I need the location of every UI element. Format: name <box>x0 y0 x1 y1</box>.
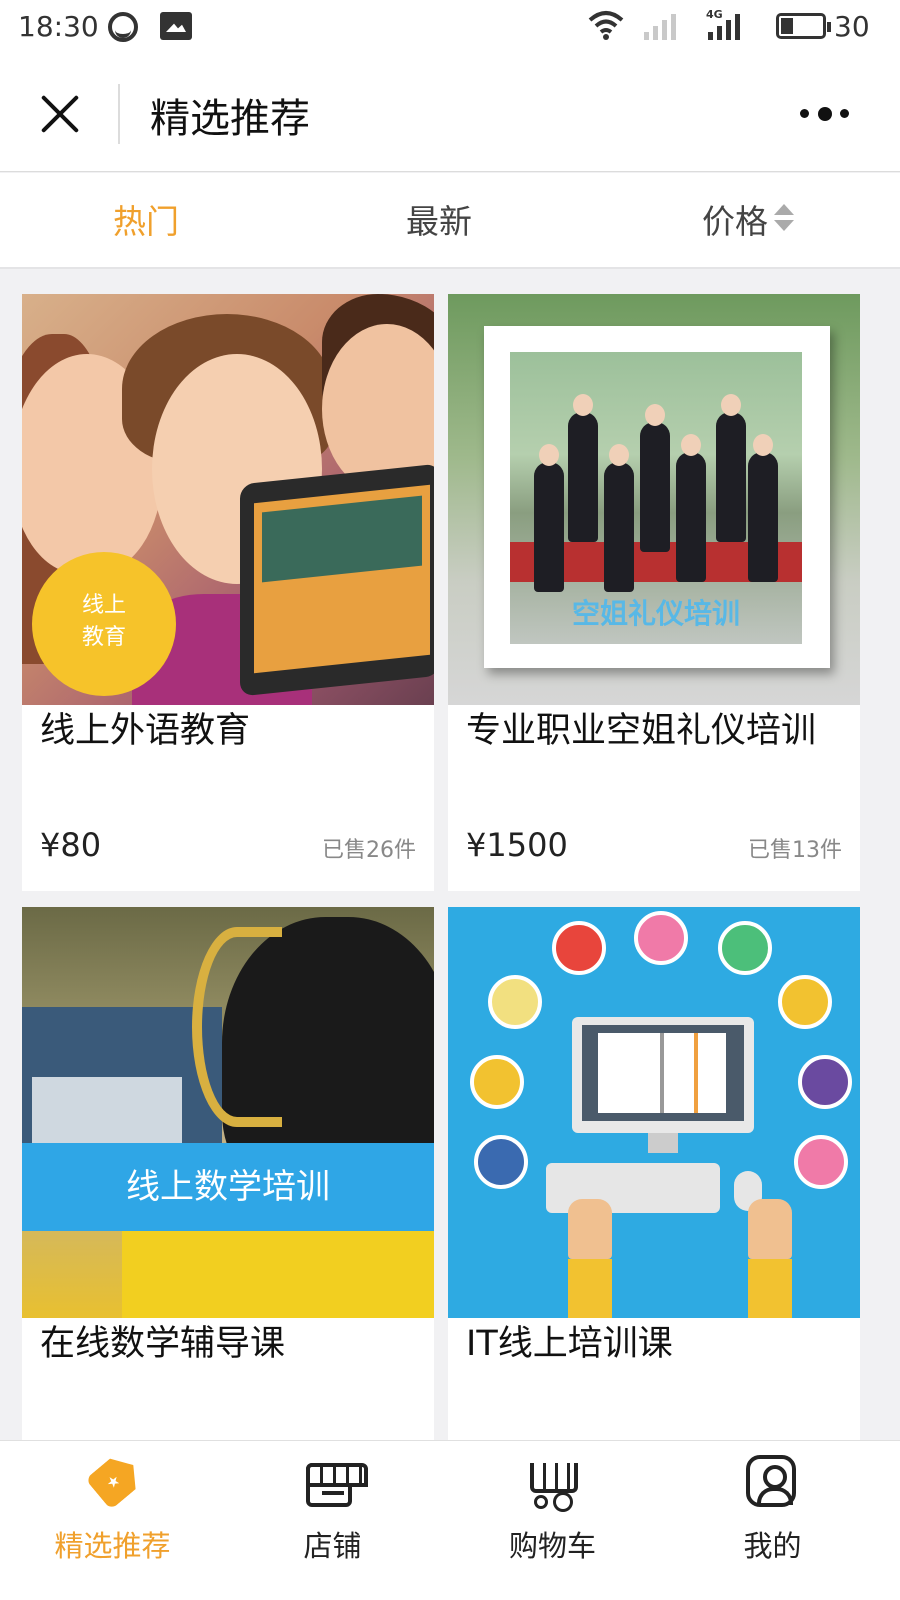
nav-item-me[interactable]: 我的 <box>660 1441 885 1600</box>
nav-label: 我的 <box>743 1529 802 1563</box>
more-options-icon[interactable] <box>796 106 852 122</box>
product-image: 空姐礼仪培训 <box>448 294 860 705</box>
cart-icon <box>526 1455 580 1509</box>
product-name: 专业职业空姐礼仪培训 <box>466 711 817 751</box>
signal-sim2-icon <box>708 12 740 40</box>
close-icon[interactable] <box>38 92 82 136</box>
image-caption: 空姐礼仪培训 <box>571 597 740 630</box>
status-time: 18:30 <box>18 10 99 43</box>
page-title: 精选推荐 <box>150 96 310 142</box>
product-card[interactable]: 线上数学培训 在线数学辅导课 <box>22 907 434 1440</box>
tag-icon <box>85 1450 146 1510</box>
store-icon <box>306 1463 368 1507</box>
nav-label: 精选推荐 <box>54 1529 171 1563</box>
category-badge: 线上 教育 <box>32 552 176 696</box>
image-caption: 线上数学培训 <box>22 1143 434 1231</box>
wifi-icon <box>588 11 624 40</box>
product-name: 在线数学辅导课 <box>40 1324 286 1364</box>
tab-newest[interactable]: 最新 <box>406 195 472 243</box>
user-icon <box>746 1455 796 1507</box>
nav-item-recommended[interactable]: 精选推荐 <box>0 1441 225 1600</box>
title-bar: 精选推荐 <box>0 56 900 172</box>
product-name: IT线上培训课 <box>466 1324 673 1364</box>
product-image <box>448 907 860 1318</box>
sold-count: 已售13件 <box>748 838 842 863</box>
tab-price[interactable]: 价格 <box>702 195 768 243</box>
image-notification-icon <box>160 12 192 40</box>
bottom-navigation: 精选推荐 店铺 购物车 我的 <box>0 1440 900 1600</box>
product-image: 线上数学培训 <box>22 907 434 1318</box>
title-divider <box>118 84 120 144</box>
status-bar: 18:30 4G 30 <box>0 0 900 56</box>
product-price: ¥1500 <box>466 826 568 864</box>
product-name: 线上外语教育 <box>40 711 251 751</box>
sort-tabs: 热门 最新 价格 <box>0 173 900 269</box>
product-image: 线上 教育 <box>22 294 434 705</box>
product-card[interactable]: 线上 教育 线上外语教育 ¥80 已售26件 <box>22 294 434 891</box>
signal-sim1-icon <box>644 12 676 40</box>
sold-count: 已售26件 <box>322 838 416 863</box>
nav-label: 店铺 <box>303 1529 362 1563</box>
product-price: ¥80 <box>40 826 102 864</box>
nav-item-store[interactable]: 店铺 <box>220 1441 445 1600</box>
battery-level: 30 <box>834 10 870 43</box>
battery-icon <box>776 13 831 39</box>
product-card[interactable]: IT线上培训课 <box>448 907 860 1440</box>
nav-label: 购物车 <box>508 1529 596 1563</box>
tab-hot[interactable]: 热门 <box>113 195 179 243</box>
product-card[interactable]: 空姐礼仪培训 专业职业空姐礼仪培训 ¥1500 已售13件 <box>448 294 860 891</box>
notification-icon <box>108 12 138 42</box>
nav-item-cart[interactable]: 购物车 <box>440 1441 665 1600</box>
sort-arrows-icon[interactable] <box>774 204 794 234</box>
